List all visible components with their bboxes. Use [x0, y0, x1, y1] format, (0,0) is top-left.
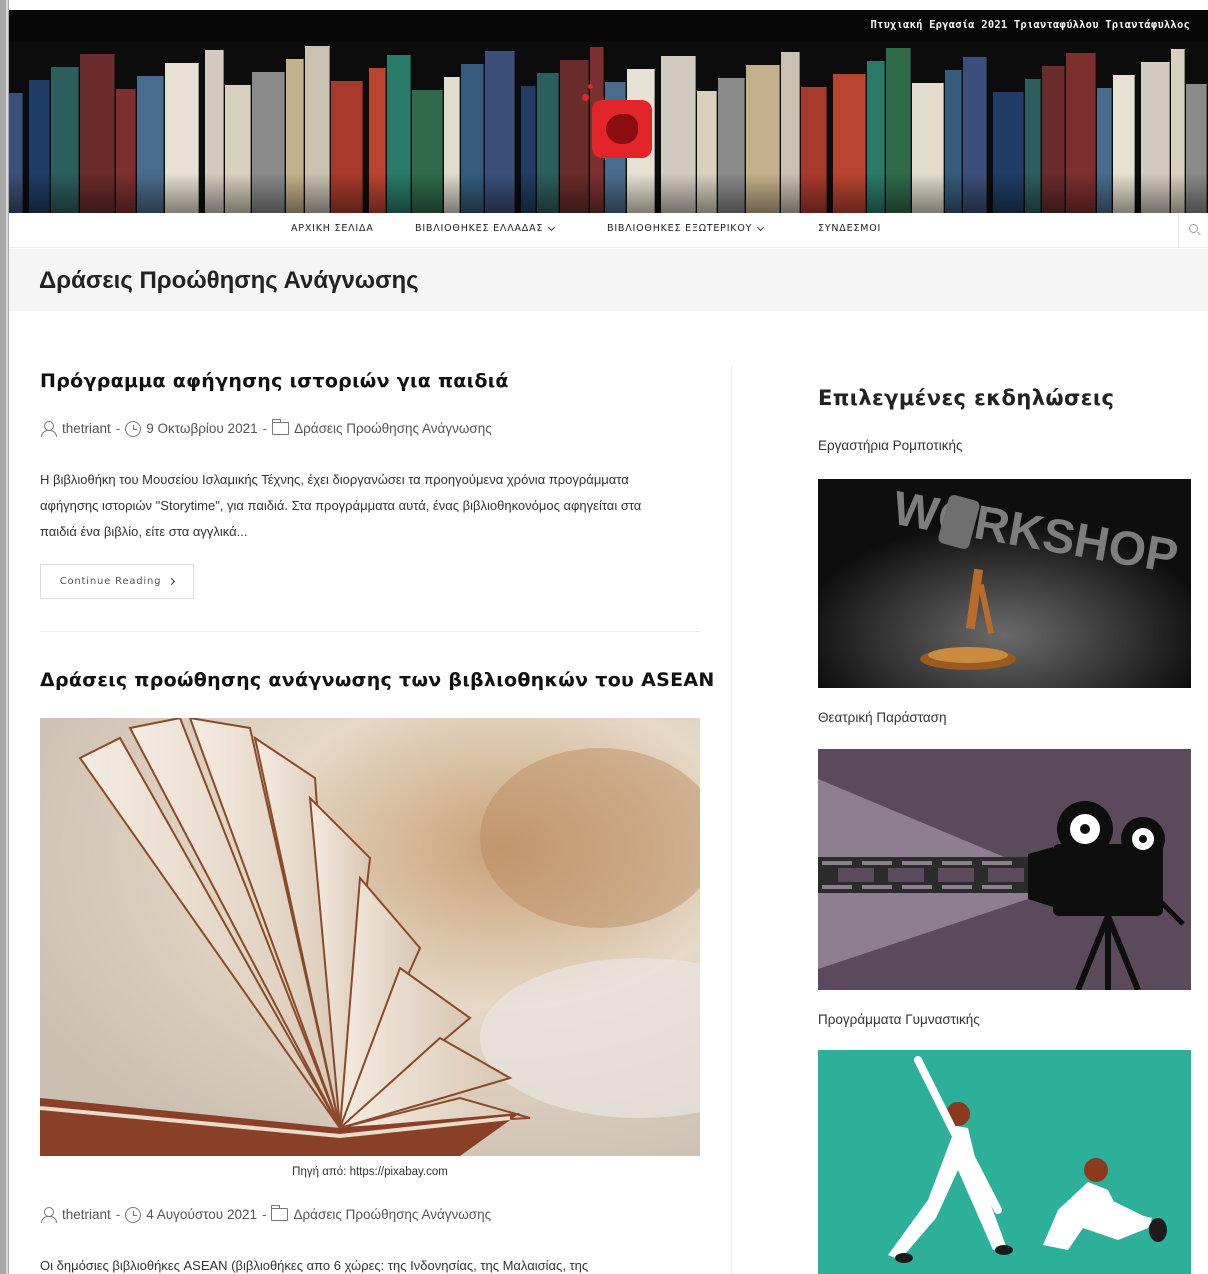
meta-separator: -: [262, 421, 268, 436]
chevron-down-icon: [548, 223, 556, 231]
workshop-image[interactable]: WORKSHOP: [818, 479, 1191, 688]
gym-image[interactable]: [818, 1050, 1191, 1274]
page-title: Δράσεις Προώθησης Ανάγνωσης: [39, 267, 419, 294]
post-excerpt: Οι δημόσιες βιβλιοθήκες ASEAN (βιβλιοθήκ…: [40, 1258, 589, 1273]
user-icon: [40, 1206, 57, 1223]
image-caption: Πηγή από: https://pixabay.com: [292, 1166, 448, 1178]
open-book-image[interactable]: [40, 718, 700, 1156]
folder-icon: [271, 1205, 289, 1221]
user-icon: [40, 420, 57, 437]
movie-camera-illustration: [818, 779, 1185, 990]
post-title[interactable]: Δράσεις προώθησης ανάγνωσης των βιβλιοθη…: [40, 669, 715, 691]
chevron-down-icon: [757, 223, 765, 231]
post-title[interactable]: Πρόγραμμα αφήγησης ιστοριών για παιδιά: [40, 370, 509, 392]
logo-dot: [582, 94, 589, 101]
shelf-shadow: [9, 173, 1208, 213]
post-divider: [40, 631, 700, 632]
open-book-illustration: [40, 718, 700, 1156]
event-label-robotics[interactable]: Εργαστήρια Ρομποτικής: [818, 438, 962, 453]
post-excerpt: Η βιβλιοθήκη του Μουσείου Ισλαμικής Τέχν…: [40, 472, 642, 539]
nav-item-greek-libraries[interactable]: ΒΙΒΛΙΟΘΗΚΕΣ ΕΛΛΑΔΑΣ: [415, 223, 556, 234]
post-category[interactable]: Δράσεις Προώθησης Ανάγνωσης: [293, 1207, 491, 1222]
post-author[interactable]: thetriant: [62, 1207, 111, 1222]
column-divider: [731, 365, 732, 1274]
meta-separator: -: [115, 421, 121, 436]
post-meta: thetriant - 9 Οκτωβρίου 2021 - Δράσεις Π…: [40, 419, 492, 437]
nav-item-label: ΣΥΝΔΕΣΜΟΙ: [818, 223, 882, 234]
continue-reading-button[interactable]: Continue Reading: [40, 564, 194, 599]
nav-item-label: ΒΙΒΛΙΟΘΗΚΕΣ ΕΛΛΑΔΑΣ: [415, 223, 544, 234]
clock-icon: [125, 420, 142, 437]
event-label-theater[interactable]: Θεατρική Παράσταση: [818, 710, 947, 725]
nav-item-foreign-libraries[interactable]: ΒΙΒΛΙΟΘΗΚΕΣ ΕΞΩΤΕΡΙΚΟΥ: [607, 223, 765, 234]
post-meta: thetriant - 4 Αυγούστου 2021 - Δράσεις Π…: [40, 1205, 491, 1223]
chevron-right-icon: [168, 577, 176, 586]
meta-separator: -: [115, 1207, 121, 1222]
browser-edge-inner: [6, 0, 8, 1274]
workshop-illustration: WORKSHOP: [818, 479, 1191, 688]
post-date: 4 Αυγούστου 2021: [146, 1207, 257, 1222]
main-nav: ΑΡΧΙΚΗ ΣΕΛΙΔΑ ΒΙΒΛΙΟΘΗΚΕΣ ΕΛΛΑΔΑΣ ΒΙΒΛΙΟ…: [9, 213, 1208, 248]
event-label-gym[interactable]: Προγράμματα Γυμναστικής: [818, 1012, 980, 1027]
post-date: 9 Οκτωβρίου 2021: [146, 421, 258, 436]
nav-item-home[interactable]: ΑΡΧΙΚΗ ΣΕΛΙΔΑ: [291, 223, 374, 234]
gym-illustration: [888, 1056, 1167, 1263]
button-label: Continue Reading: [59, 576, 162, 587]
search-icon: [1189, 224, 1198, 233]
nav-item-label: ΒΙΒΛΙΟΘΗΚΕΣ ΕΞΩΤΕΡΙΚΟΥ: [607, 223, 753, 234]
site-logo[interactable]: [582, 84, 652, 158]
nav-item-links[interactable]: ΣΥΝΔΕΣΜΟΙ: [818, 223, 881, 234]
header-banner: Πτυχιακή Εργασία 2021 Τριανταφύλλου Τρια…: [9, 10, 1208, 213]
page-header: Δράσεις Προώθησης Ανάγνωσης: [9, 249, 1208, 311]
movie-camera-image[interactable]: [818, 749, 1191, 990]
logo-mark: [606, 114, 638, 144]
clock-icon: [125, 1206, 142, 1223]
folder-icon: [272, 419, 290, 435]
nav-item-label: ΑΡΧΙΚΗ ΣΕΛΙΔΑ: [291, 223, 374, 234]
sidebar-widget-title: Επιλεγμένες εκδηλώσεις: [818, 386, 1115, 410]
site-title[interactable]: Πτυχιακή Εργασία 2021 Τριανταφύλλου Τρια…: [870, 19, 1190, 31]
post-category[interactable]: Δράσεις Προώθησης Ανάγνωσης: [294, 421, 492, 436]
search-toggle[interactable]: [1178, 213, 1208, 248]
post-author[interactable]: thetriant: [62, 421, 111, 436]
meta-separator: -: [261, 1207, 267, 1222]
logo-dot: [588, 84, 593, 89]
